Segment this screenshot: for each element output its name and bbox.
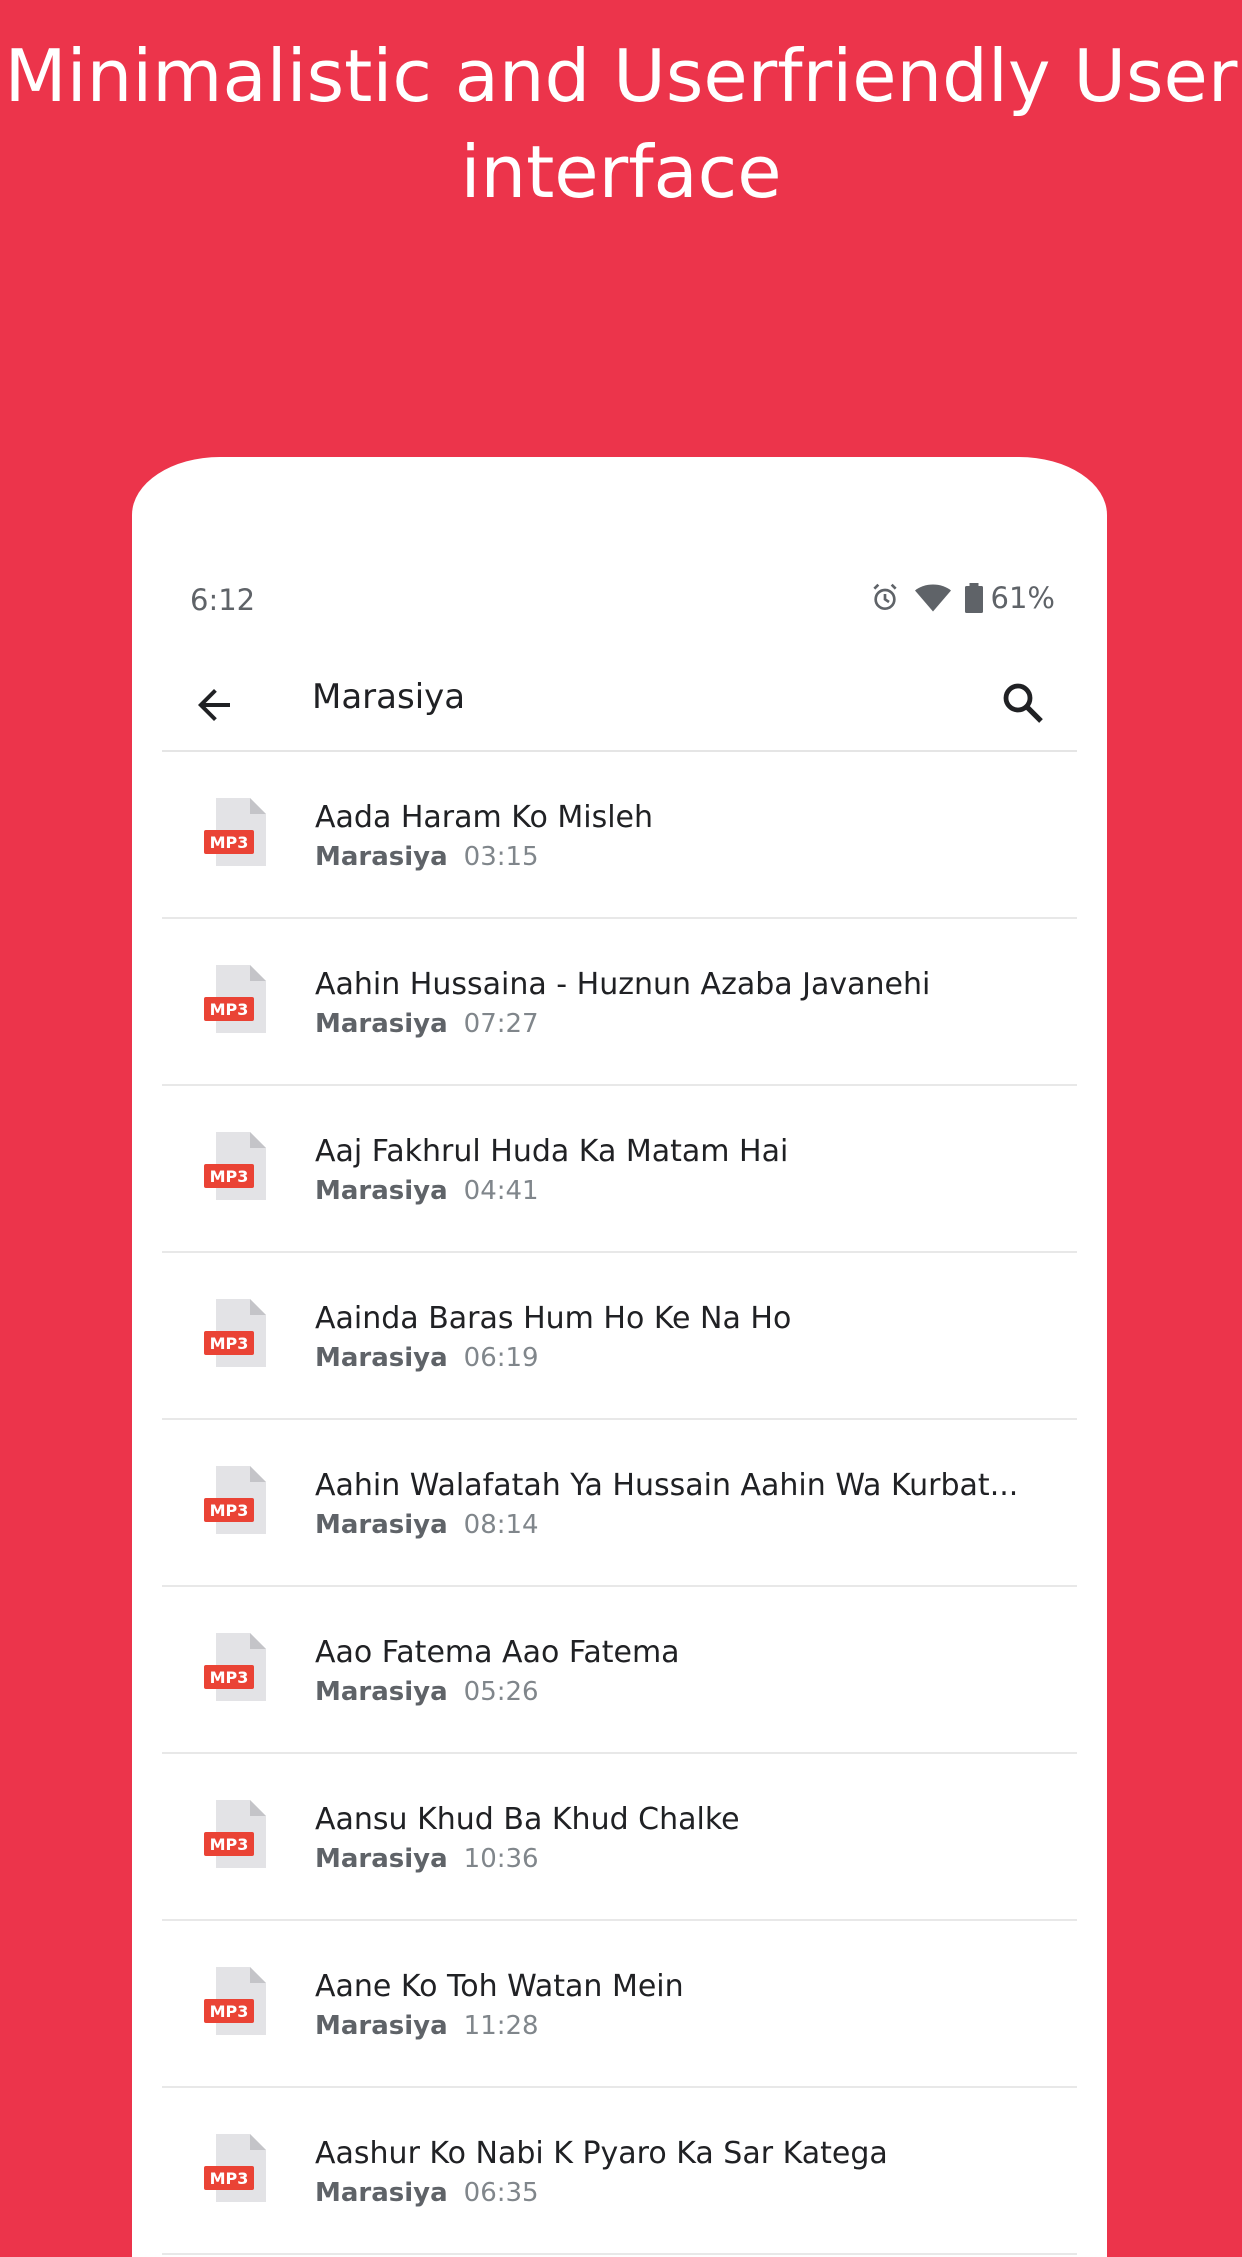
- svg-text:MP3: MP3: [210, 2169, 249, 2188]
- battery-icon: [964, 583, 983, 613]
- status-icons: 61%: [869, 581, 1055, 615]
- track-row[interactable]: MP3 Aashur Ko Nabi K Pyaro Ka Sar Katega…: [162, 2088, 1077, 2255]
- search-icon[interactable]: [999, 679, 1047, 727]
- track-title: Aansu Khud Ba Khud Chalke: [315, 1802, 740, 1837]
- track-duration: 06:35: [463, 2178, 539, 2208]
- track-meta: Marasiya 11:28: [315, 2011, 539, 2041]
- track-artist: Marasiya: [315, 1343, 448, 1373]
- wifi-icon: [914, 583, 951, 613]
- track-duration: 10:36: [463, 1844, 539, 1874]
- phone-screen: 6:12 61% Marasiya MP3 Aada Haram Ko Misl…: [132, 457, 1107, 2257]
- track-artist: Marasiya: [315, 1844, 448, 1874]
- track-title: Aahin Walafatah Ya Hussain Aahin Wa Kurb…: [315, 1468, 1019, 1503]
- track-title: Aashur Ko Nabi K Pyaro Ka Sar Katega: [315, 2136, 888, 2171]
- track-meta: Marasiya 06:19: [315, 1343, 539, 1373]
- svg-text:MP3: MP3: [210, 1167, 249, 1186]
- mp3-file-icon: MP3: [204, 963, 270, 1039]
- mp3-file-icon: MP3: [204, 1631, 270, 1707]
- battery-percent: 61%: [990, 581, 1055, 615]
- svg-text:MP3: MP3: [210, 1501, 249, 1520]
- mp3-file-icon: MP3: [204, 1297, 270, 1373]
- mp3-file-icon: MP3: [204, 1798, 270, 1874]
- track-duration: 04:41: [463, 1176, 539, 1206]
- track-meta: Marasiya 08:14: [315, 1510, 539, 1540]
- track-artist: Marasiya: [315, 842, 448, 872]
- track-row[interactable]: MP3 Aao Fatema Aao Fatema Marasiya 05:26: [162, 1587, 1077, 1754]
- track-duration: 11:28: [463, 2011, 539, 2041]
- track-artist: Marasiya: [315, 1176, 448, 1206]
- track-row[interactable]: MP3 Aainda Baras Hum Ho Ke Na Ho Marasiy…: [162, 1253, 1077, 1420]
- status-time: 6:12: [190, 583, 256, 617]
- mp3-file-icon: MP3: [204, 2132, 270, 2208]
- status-bar: 6:12 61%: [132, 577, 1107, 627]
- promo-headline: Minimalistic and Userfriendly User inter…: [4, 34, 1238, 214]
- mp3-file-icon: MP3: [204, 1464, 270, 1540]
- track-meta: Marasiya 10:36: [315, 1844, 539, 1874]
- track-meta: Marasiya 07:27: [315, 1009, 539, 1039]
- alarm-icon: [869, 582, 901, 614]
- svg-text:MP3: MP3: [210, 2002, 249, 2021]
- track-row[interactable]: MP3 Aada Haram Ko Misleh Marasiya 03:15: [162, 752, 1077, 919]
- arrow-back-icon[interactable]: [190, 681, 238, 729]
- mp3-file-icon: MP3: [204, 1965, 270, 2041]
- track-duration: 05:26: [463, 1677, 539, 1707]
- toolbar-title: Marasiya: [312, 677, 466, 717]
- track-title: Aao Fatema Aao Fatema: [315, 1635, 680, 1670]
- track-row[interactable]: MP3 Aaj Fakhrul Huda Ka Matam Hai Marasi…: [162, 1086, 1077, 1253]
- track-duration: 03:15: [463, 842, 539, 872]
- track-meta: Marasiya 03:15: [315, 842, 539, 872]
- track-artist: Marasiya: [315, 1009, 448, 1039]
- track-duration: 06:19: [463, 1343, 539, 1373]
- track-title: Aada Haram Ko Misleh: [315, 800, 654, 835]
- track-title: Aaj Fakhrul Huda Ka Matam Hai: [315, 1134, 789, 1169]
- track-artist: Marasiya: [315, 1677, 448, 1707]
- track-row[interactable]: MP3 Aane Ko Toh Watan Mein Marasiya 11:28: [162, 1921, 1077, 2088]
- app-toolbar: Marasiya: [132, 657, 1107, 753]
- track-artist: Marasiya: [315, 2011, 448, 2041]
- mp3-file-icon: MP3: [204, 1130, 270, 1206]
- track-artist: Marasiya: [315, 2178, 448, 2208]
- svg-text:MP3: MP3: [210, 1000, 249, 1019]
- svg-text:MP3: MP3: [210, 1668, 249, 1687]
- track-duration: 08:14: [463, 1510, 539, 1540]
- track-meta: Marasiya 05:26: [315, 1677, 539, 1707]
- svg-text:MP3: MP3: [210, 1835, 249, 1854]
- track-title: Aainda Baras Hum Ho Ke Na Ho: [315, 1301, 792, 1336]
- track-duration: 07:27: [463, 1009, 539, 1039]
- track-row[interactable]: MP3 Aahin Hussaina - Huznun Azaba Javane…: [162, 919, 1077, 1086]
- track-row[interactable]: MP3 Aahin Walafatah Ya Hussain Aahin Wa …: [162, 1420, 1077, 1587]
- track-title: Aane Ko Toh Watan Mein: [315, 1969, 684, 2004]
- track-artist: Marasiya: [315, 1510, 448, 1540]
- track-meta: Marasiya 06:35: [315, 2178, 539, 2208]
- track-meta: Marasiya 04:41: [315, 1176, 539, 1206]
- svg-text:MP3: MP3: [210, 833, 249, 852]
- track-row[interactable]: MP3 Aansu Khud Ba Khud Chalke Marasiya 10…: [162, 1754, 1077, 1921]
- track-list: MP3 Aada Haram Ko Misleh Marasiya 03:15 M…: [162, 752, 1077, 2255]
- mp3-file-icon: MP3: [204, 796, 270, 872]
- track-title: Aahin Hussaina - Huznun Azaba Javanehi: [315, 967, 931, 1002]
- svg-text:MP3: MP3: [210, 1334, 249, 1353]
